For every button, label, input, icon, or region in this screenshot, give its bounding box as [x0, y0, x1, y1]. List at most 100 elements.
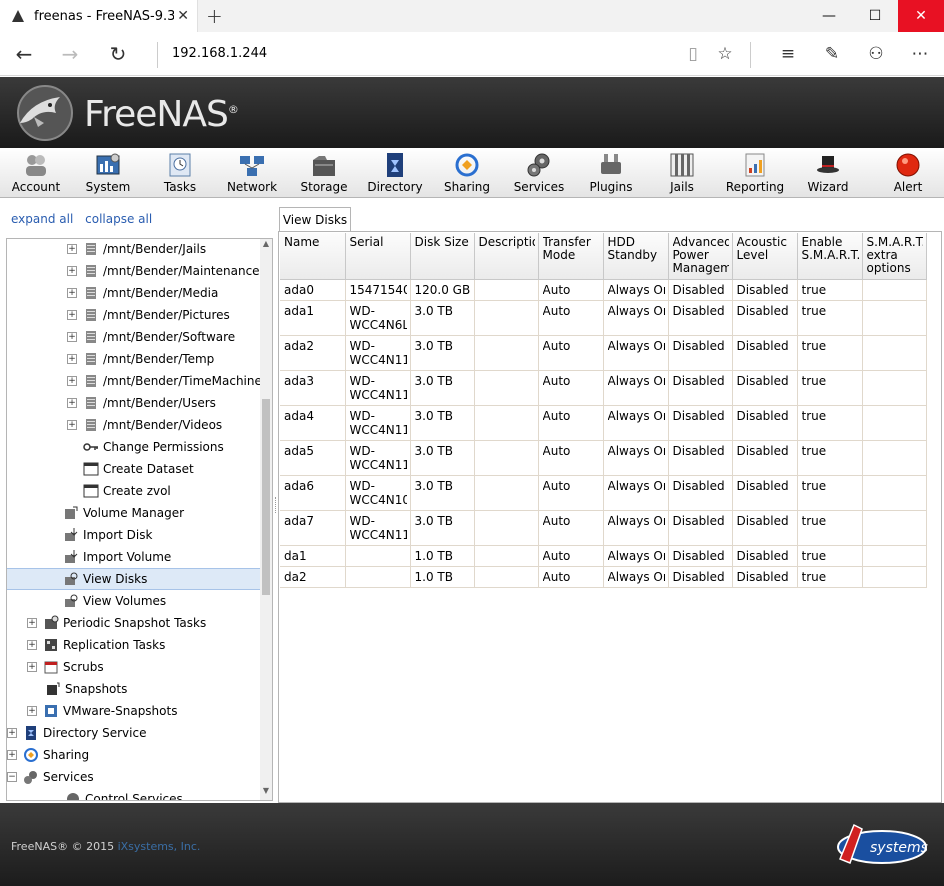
address-bar[interactable]: 192.168.1.244	[172, 46, 267, 61]
column-header[interactable]: Name	[280, 233, 346, 280]
toolbar-wizard[interactable]: Wizard	[792, 152, 864, 196]
toolbar-directory[interactable]: Directory	[359, 152, 431, 196]
toolbar-tasks[interactable]: Tasks	[144, 152, 216, 196]
column-header[interactable]: Serial	[345, 233, 411, 280]
toolbar-services[interactable]: Services	[503, 152, 575, 196]
column-header[interactable]: Description	[474, 233, 539, 280]
expand-toggle-icon[interactable]: +	[27, 662, 37, 672]
tree-item[interactable]: + /mnt/Bender/TimeMachine	[7, 370, 262, 392]
table-row[interactable]: ada0154715407120.0 GBAutoAlways OnDisabl…	[280, 279, 927, 301]
expand-toggle-icon[interactable]: +	[67, 332, 77, 342]
table-row[interactable]: ada3WD-WCC4N1113.0 TBAutoAlways OnDisabl…	[280, 370, 927, 406]
expand-toggle-icon[interactable]: +	[27, 706, 37, 716]
tree-item[interactable]: + /mnt/Bender/Maintenance	[7, 260, 260, 282]
tree-scrollbar[interactable]: ▲ ▼	[260, 239, 272, 800]
expand-toggle-icon[interactable]: +	[67, 398, 77, 408]
expand-toggle-icon[interactable]: +	[7, 750, 17, 760]
scroll-thumb[interactable]	[262, 399, 270, 595]
toolbar-storage[interactable]: Storage	[288, 152, 360, 196]
web-note-icon[interactable]: ✎	[818, 40, 846, 68]
expand-toggle-icon[interactable]: +	[67, 244, 77, 254]
favorite-star-icon[interactable]: ☆	[711, 40, 739, 68]
tree-item[interactable]: Create Dataset	[7, 458, 260, 480]
tab-view-disks[interactable]: View Disks	[279, 207, 351, 232]
close-window-button[interactable]: ✕	[898, 0, 944, 32]
tree-item[interactable]: + /mnt/Bender/Videos	[7, 414, 260, 436]
tab-close-icon[interactable]: ✕	[177, 8, 189, 24]
new-tab-button[interactable]: +	[206, 5, 223, 27]
tree-item[interactable]: Volume Manager	[7, 502, 260, 524]
tree-item[interactable]: + /mnt/Bender/Pictures	[7, 304, 260, 326]
column-header[interactable]: S.M.A.R.T. extra options	[862, 233, 927, 280]
browser-tab[interactable]: freenas - FreeNAS-9.3-S ✕	[0, 0, 198, 32]
tree-item[interactable]: + /mnt/Bender/Jails	[7, 239, 260, 260]
expand-toggle-icon[interactable]: +	[67, 288, 77, 298]
expand-toggle-icon[interactable]: +	[67, 354, 77, 364]
tree-item[interactable]: + Sharing	[7, 744, 260, 766]
column-header[interactable]: HDD Standby	[603, 233, 669, 280]
forward-arrow-icon[interactable]: →	[56, 40, 84, 68]
more-icon[interactable]: ⋯	[906, 40, 934, 68]
toolbar-sharing[interactable]: Sharing	[431, 152, 503, 196]
collapse-all-link[interactable]: collapse all	[85, 212, 152, 226]
table-row[interactable]: da1 1.0 TB Auto Always On Disabled Disabled tr…	[280, 545, 927, 567]
table-row[interactable]: ada6WD-WCC4N1083.0 TBAutoAlways OnDisabl…	[280, 475, 927, 511]
tree-item[interactable]: + Scrubs	[7, 656, 260, 678]
table-row[interactable]: da2 1.0 TB Auto Always On Disabled Disabled tr…	[280, 566, 927, 588]
reading-view-icon[interactable]: ▯	[679, 40, 707, 68]
toolbar-jails[interactable]: Jails	[646, 152, 718, 196]
column-header[interactable]: Advanced Power Management	[668, 233, 733, 280]
share-icon[interactable]: ⚇	[862, 40, 890, 68]
table-row[interactable]: ada4WD-WCC4N1113.0 TBAutoAlways OnDisabl…	[280, 405, 927, 441]
tree-item[interactable]: + /mnt/Bender/Media	[7, 282, 260, 304]
expand-toggle-icon[interactable]: +	[67, 310, 77, 320]
tree-item[interactable]: + VMware-Snapshots	[7, 700, 260, 722]
table-row[interactable]: ada5WD-WCC4N1123.0 TBAutoAlways OnDisabl…	[280, 440, 927, 476]
expand-toggle-icon[interactable]: +	[67, 376, 77, 386]
refresh-icon[interactable]: ↻	[104, 40, 132, 68]
tree-item[interactable]: + Directory Service	[7, 722, 260, 744]
toolbar-alert[interactable]: Alert	[872, 152, 944, 196]
ixsystems-link[interactable]: iXsystems, Inc.	[118, 840, 201, 853]
toolbar-reporting[interactable]: Reporting	[719, 152, 791, 196]
tree-item[interactable]: Change Permissions	[7, 436, 260, 458]
expand-all-link[interactable]: expand all	[11, 212, 73, 226]
column-header[interactable]: Enable S.M.A.R.T.	[797, 233, 863, 280]
toolbar-plugins[interactable]: Plugins	[575, 152, 647, 196]
table-row[interactable]: ada1WD-WCC4N6LF3.0 TBAutoAlways OnDisabl…	[280, 300, 927, 336]
tree-item[interactable]: Import Disk	[7, 524, 260, 546]
tree-item[interactable]: View Volumes	[7, 590, 260, 612]
tree-item[interactable]: Import Volume	[7, 546, 260, 568]
maximize-button[interactable]: ☐	[852, 0, 898, 32]
scroll-up-icon[interactable]: ▲	[260, 239, 272, 253]
hub-icon[interactable]: ≡	[774, 40, 802, 68]
tree-item[interactable]: + Replication Tasks	[7, 634, 260, 656]
tree-item[interactable]: + /mnt/Bender/Users	[7, 392, 260, 414]
column-header[interactable]: Disk Size	[410, 233, 475, 280]
panel-splitter[interactable]	[275, 497, 277, 513]
tree-item[interactable]: Snapshots	[7, 678, 260, 700]
tree-item[interactable]: + /mnt/Bender/Temp	[7, 348, 260, 370]
tree-item[interactable]: − Services	[7, 766, 260, 788]
toolbar-system[interactable]: System	[72, 152, 144, 196]
expand-toggle-icon[interactable]: +	[67, 266, 77, 276]
collapse-toggle-icon[interactable]: −	[7, 772, 17, 782]
tree-item[interactable]: Control Services	[7, 788, 260, 800]
column-header[interactable]: Acoustic Level	[732, 233, 798, 280]
tree-item[interactable]: + Periodic Snapshot Tasks	[7, 612, 260, 634]
toolbar-network[interactable]: Network	[216, 152, 288, 196]
toolbar-account[interactable]: Account	[0, 152, 72, 196]
table-row[interactable]: ada7WD-WCC4N1103.0 TBAutoAlways OnDisabl…	[280, 510, 927, 546]
expand-toggle-icon[interactable]: +	[27, 618, 37, 628]
tree-item[interactable]: View Disks	[7, 568, 260, 590]
expand-toggle-icon[interactable]: +	[67, 420, 77, 430]
column-header[interactable]: Transfer Mode	[538, 233, 604, 280]
tree-item[interactable]: + /mnt/Bender/Software	[7, 326, 260, 348]
expand-toggle-icon[interactable]: +	[27, 640, 37, 650]
minimize-button[interactable]: —	[806, 0, 852, 32]
navigation-tree[interactable]: + /mnt/Bender/Jails + /mnt/Bender/Maintenan…	[6, 238, 273, 801]
scroll-down-icon[interactable]: ▼	[260, 786, 272, 800]
tree-item[interactable]: Create zvol	[7, 480, 260, 502]
expand-toggle-icon[interactable]: +	[7, 728, 17, 738]
back-arrow-icon[interactable]: ←	[10, 40, 38, 68]
